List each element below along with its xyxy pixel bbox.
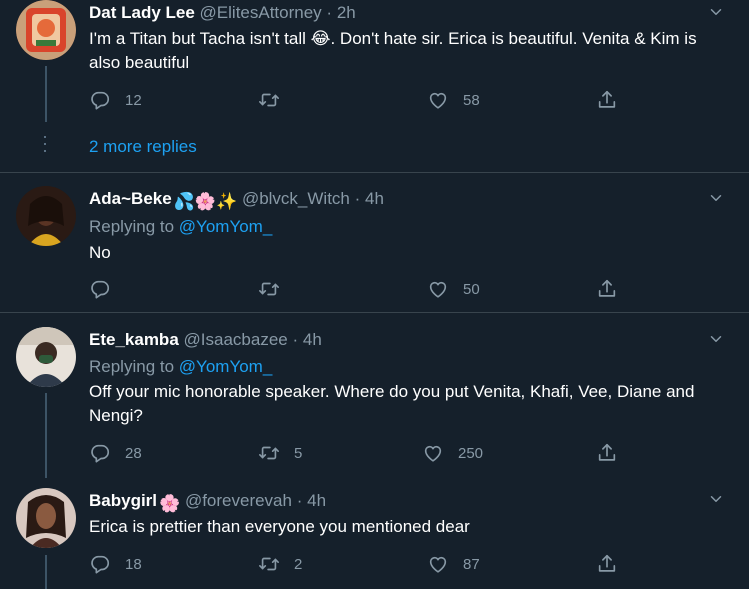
retweet-icon xyxy=(258,278,280,300)
share-button[interactable] xyxy=(596,278,618,300)
chevron-down-icon[interactable] xyxy=(707,3,725,21)
like-button[interactable]: 250 xyxy=(422,442,483,464)
tweet-actions: 12 58 xyxy=(89,89,629,111)
avatar[interactable] xyxy=(16,327,76,387)
chevron-down-icon[interactable] xyxy=(707,189,725,207)
avatar[interactable] xyxy=(16,0,76,60)
author-handle[interactable]: @blvck_Witch xyxy=(242,189,350,208)
avatar[interactable] xyxy=(16,186,76,246)
thread-dots xyxy=(43,136,47,158)
tweet-actions: 50 xyxy=(89,278,629,300)
share-button[interactable] xyxy=(596,89,618,111)
name-emoji: 💦🌸✨ xyxy=(173,192,238,211)
timestamp[interactable]: 4h xyxy=(365,189,384,208)
timestamp[interactable]: 4h xyxy=(303,330,322,349)
like-count: 250 xyxy=(458,444,484,462)
separator-dot: · xyxy=(354,189,361,208)
share-icon xyxy=(596,553,618,575)
replying-to-label: Replying to xyxy=(89,357,175,376)
retweet-icon xyxy=(258,442,280,464)
replying-to-mention[interactable]: @YomYom_ xyxy=(179,357,273,376)
author-name[interactable]: Ete_kamba xyxy=(89,330,179,349)
retweet-button[interactable] xyxy=(258,89,294,111)
retweet-count: 2 xyxy=(294,555,303,573)
tweet[interactable]: Ada~Beke 💦🌸✨ @blvck_Witch · 4h Replying t… xyxy=(0,172,749,312)
retweet-icon xyxy=(258,553,280,575)
share-icon xyxy=(596,278,618,300)
retweet-button[interactable] xyxy=(258,278,294,300)
reply-button[interactable]: 12 xyxy=(89,89,142,111)
reply-button[interactable] xyxy=(89,278,125,300)
name-emoji: 🌸 xyxy=(159,494,181,513)
separator-dot: · xyxy=(292,330,299,349)
tweet[interactable]: Dat Lady Lee @ElitesAttorney · 2h I'm a … xyxy=(0,0,749,172)
separator-dot: · xyxy=(326,3,333,22)
tweet-text: Erica is prettier than everyone you ment… xyxy=(89,517,470,536)
reply-icon xyxy=(89,278,111,300)
like-icon xyxy=(427,89,449,111)
share-icon xyxy=(596,89,618,111)
tweet-text: Off your mic honorable speaker. Where do… xyxy=(89,382,695,425)
retweet-icon xyxy=(258,89,280,111)
like-button[interactable]: 50 xyxy=(427,278,480,300)
tweet-text: I'm a Titan but Tacha isn't tall 😂. Don'… xyxy=(89,29,697,72)
retweet-count: 5 xyxy=(294,444,303,462)
like-icon xyxy=(422,442,444,464)
replying-to-mention[interactable]: @YomYom_ xyxy=(179,217,273,236)
avatar[interactable] xyxy=(16,488,76,548)
timestamp[interactable]: 2h xyxy=(337,3,356,22)
share-button[interactable] xyxy=(596,442,618,464)
reply-count: 12 xyxy=(125,91,142,109)
author-name[interactable]: Ada~Beke xyxy=(89,189,172,208)
reply-count: 18 xyxy=(125,555,142,573)
tweet[interactable]: Ete_kamba @Isaacbazee · 4h Replying to @… xyxy=(0,312,749,478)
author-name[interactable]: Dat Lady Lee xyxy=(89,3,195,22)
more-replies-link[interactable]: 2 more replies xyxy=(89,137,197,157)
chevron-down-icon[interactable] xyxy=(707,330,725,348)
retweet-button[interactable]: 5 xyxy=(258,442,302,464)
share-button[interactable] xyxy=(596,553,618,575)
like-count: 58 xyxy=(463,91,480,109)
replying-to-label: Replying to xyxy=(89,217,175,236)
like-button[interactable]: 58 xyxy=(427,89,480,111)
reply-icon xyxy=(89,553,111,575)
separator-dot: · xyxy=(296,491,303,510)
like-count: 87 xyxy=(463,555,480,573)
thread-line xyxy=(45,555,47,589)
timestamp[interactable]: 4h xyxy=(307,491,326,510)
thread-line xyxy=(45,393,47,478)
reply-icon xyxy=(89,89,111,111)
reply-icon xyxy=(89,442,111,464)
tweet[interactable]: Babygirl 🌸 @foreverevah · 4h Erica is pre… xyxy=(0,477,749,589)
like-icon xyxy=(427,278,449,300)
share-icon xyxy=(596,442,618,464)
reply-button[interactable]: 18 xyxy=(89,553,142,575)
retweet-button[interactable]: 2 xyxy=(258,553,302,575)
author-name[interactable]: Babygirl xyxy=(89,491,157,510)
reply-button[interactable]: 28 xyxy=(89,442,142,464)
like-button[interactable]: 87 xyxy=(427,553,480,575)
tweet-text: No xyxy=(89,243,111,262)
thread-line xyxy=(45,66,47,122)
chevron-down-icon[interactable] xyxy=(707,490,725,508)
tweet-actions: 18 2 87 xyxy=(89,553,629,575)
like-icon xyxy=(427,553,449,575)
tweet-actions: 28 5 250 xyxy=(89,442,629,464)
author-handle[interactable]: @ElitesAttorney xyxy=(200,3,322,22)
author-handle[interactable]: @foreverevah xyxy=(185,491,292,510)
author-handle[interactable]: @Isaacbazee xyxy=(184,330,288,349)
like-count: 50 xyxy=(463,280,480,298)
reply-count: 28 xyxy=(125,444,142,462)
